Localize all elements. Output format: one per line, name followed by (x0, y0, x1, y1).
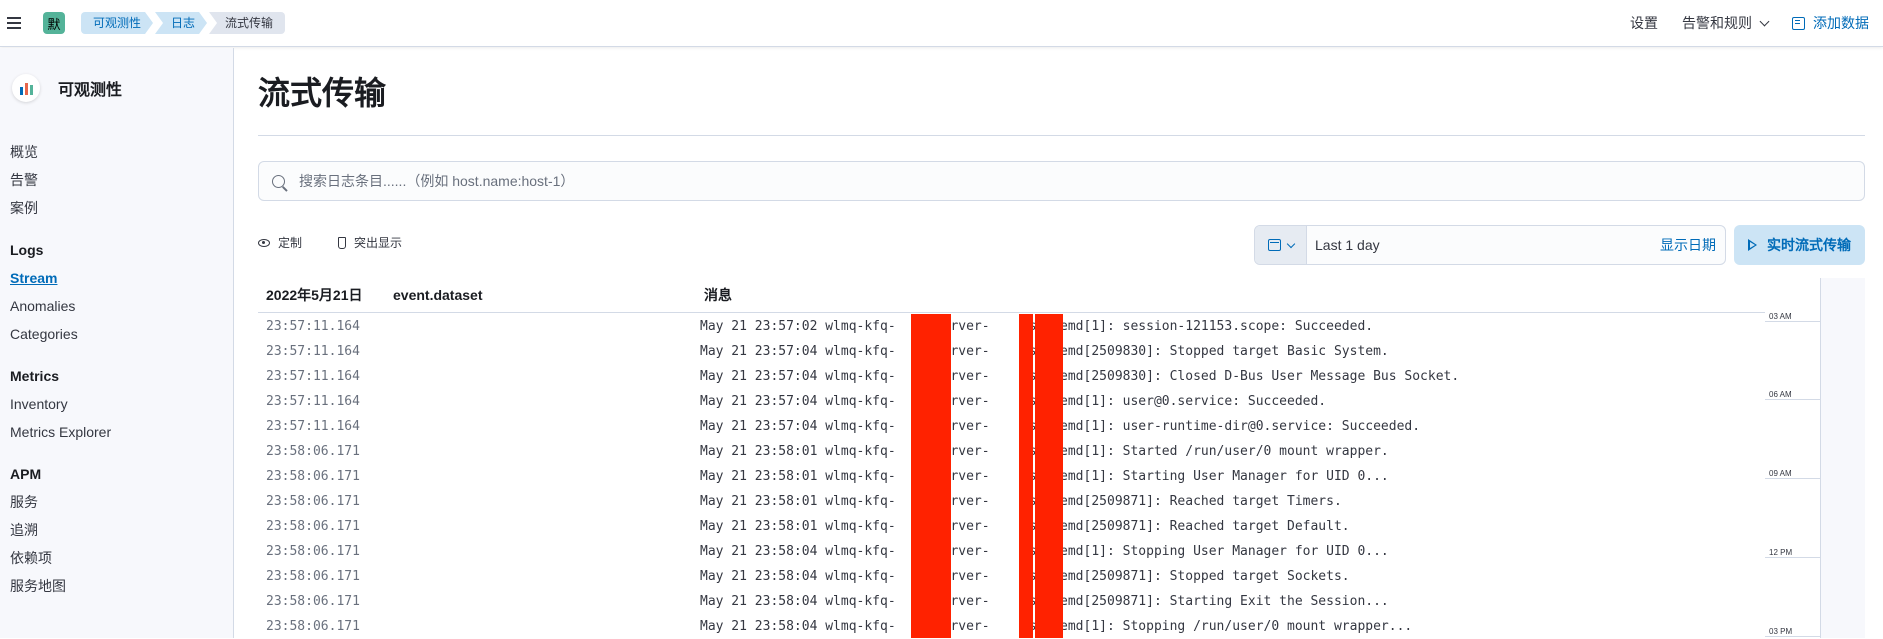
minimap-timeline[interactable]: 03 AM 06 AM 09 AM 12 PM 03 PM (1765, 278, 1821, 638)
highlight-button[interactable]: 突出显示 (338, 234, 402, 251)
eye-icon (258, 238, 270, 247)
date-range-value[interactable]: Last 1 day (1315, 237, 1660, 253)
stream-live-button[interactable]: 实时流式传输 (1734, 225, 1865, 265)
alerts-and-rules-label: 告警和规则 (1682, 15, 1752, 31)
sidebar-item-cases[interactable]: 案例 (10, 194, 233, 222)
sidebar-item-dependencies[interactable]: 依赖项 (10, 544, 233, 572)
log-timestamp: 23:58:06.171 (266, 494, 360, 509)
log-timestamp: 23:58:06.171 (266, 519, 360, 534)
log-message: May 21 23:57:04 wlmq-kfq- -server- syste… (700, 369, 1460, 384)
log-timestamp: 23:58:06.171 (266, 444, 360, 459)
chevron-down-icon (1759, 16, 1770, 26)
redaction-block (1035, 314, 1063, 638)
space-avatar[interactable]: 默 (43, 12, 65, 34)
date-picker: Last 1 day 显示日期 (1254, 225, 1726, 265)
sidebar-item-services[interactable]: 服务 (10, 488, 233, 516)
divider (258, 135, 1865, 136)
highlighter-icon (338, 236, 347, 249)
main-content: 流式传输 定制 突出显示 Last 1 day 显示日期 实时流式传输 2022… (235, 48, 1883, 638)
minimap-tick: 12 PM (1765, 548, 1821, 558)
highlight-label: 突出显示 (354, 236, 403, 250)
breadcrumb-stream: 流式传输 (209, 12, 286, 34)
column-header-date: 2022年5月21日 (266, 287, 363, 303)
log-message: May 21 23:57:04 wlmq-kfq- -server- syste… (700, 394, 1327, 409)
add-data-icon (1792, 16, 1805, 30)
sidebar: 可观测性 概览 告警 案例 Logs Stream Anomalies Cate… (0, 48, 234, 638)
log-timestamp: 23:58:06.171 (266, 594, 360, 609)
sidebar-item-overview[interactable]: 概览 (10, 138, 233, 166)
sidebar-group-metrics: Metrics (10, 368, 60, 384)
log-search-bar[interactable] (258, 161, 1865, 201)
customize-button[interactable]: 定制 (258, 234, 302, 251)
sidebar-item-traces[interactable]: 追溯 (10, 516, 233, 544)
chevron-down-icon (1286, 239, 1295, 248)
log-timestamp: 23:58:06.171 (266, 469, 360, 484)
search-input[interactable] (299, 173, 1799, 189)
quick-select-button[interactable] (1255, 226, 1307, 264)
log-timestamp: 23:58:06.171 (266, 544, 360, 559)
sidebar-item-alerts[interactable]: 告警 (10, 166, 233, 194)
page-title: 流式传输 (258, 75, 387, 111)
show-dates-link[interactable]: 显示日期 (1660, 235, 1716, 255)
play-icon (1748, 239, 1757, 251)
log-timestamp: 23:58:06.171 (266, 569, 360, 584)
sidebar-item-metrics-explorer[interactable]: Metrics Explorer (10, 418, 233, 446)
add-data-label: 添加数据 (1813, 15, 1869, 31)
redaction-block (927, 314, 951, 638)
top-header: 默 可观测性 日志 流式传输 设置 告警和规则 添加数据 (0, 0, 1883, 47)
log-timestamp: 23:57:11.164 (266, 369, 360, 384)
hamburger-menu-icon[interactable] (7, 17, 21, 29)
stream-live-label: 实时流式传输 (1767, 237, 1851, 253)
customize-label: 定制 (278, 236, 303, 250)
log-timestamp: 23:58:06.171 (266, 619, 360, 634)
add-data-button[interactable]: 添加数据 (1792, 13, 1869, 33)
log-timestamp: 23:57:11.164 (266, 419, 360, 434)
breadcrumb: 可观测性 日志 流式传输 (81, 12, 287, 34)
search-icon (272, 174, 285, 188)
column-header-message: 消息 (704, 287, 732, 303)
log-timestamp: 23:57:11.164 (266, 319, 360, 334)
column-header-dataset: event.dataset (393, 287, 483, 303)
sidebar-group-logs: Logs (10, 242, 44, 258)
breadcrumb-observability[interactable]: 可观测性 (81, 12, 153, 34)
observability-logo-icon (12, 74, 40, 102)
minimap-tick: 09 AM (1765, 469, 1821, 479)
log-timestamp: 23:57:11.164 (266, 344, 360, 359)
alerts-and-rules-menu[interactable]: 告警和规则 (1682, 13, 1770, 33)
sidebar-item-stream[interactable]: Stream (10, 264, 233, 292)
sidebar-item-anomalies[interactable]: Anomalies (10, 292, 233, 320)
redaction-block (1019, 314, 1033, 638)
breadcrumb-logs[interactable]: 日志 (155, 12, 207, 34)
log-timestamp: 23:57:11.164 (266, 394, 360, 409)
sidebar-title: 可观测性 (58, 82, 123, 99)
minimap-tick: 03 PM (1765, 627, 1821, 637)
minimap-tick: 06 AM (1765, 390, 1821, 400)
settings-link[interactable]: 设置 (1630, 13, 1658, 33)
calendar-icon (1267, 239, 1281, 251)
sidebar-item-inventory[interactable]: Inventory (10, 390, 233, 418)
sidebar-group-apm: APM (10, 466, 42, 482)
sidebar-item-service-map[interactable]: 服务地图 (10, 572, 233, 600)
sidebar-item-categories[interactable]: Categories (10, 320, 233, 348)
log-minimap[interactable]: 03 AM 06 AM 09 AM 12 PM 03 PM (1765, 278, 1865, 638)
log-table-header: 2022年5月21日 event.dataset 消息 (258, 278, 1788, 313)
minimap-tick: 03 AM (1765, 312, 1821, 322)
